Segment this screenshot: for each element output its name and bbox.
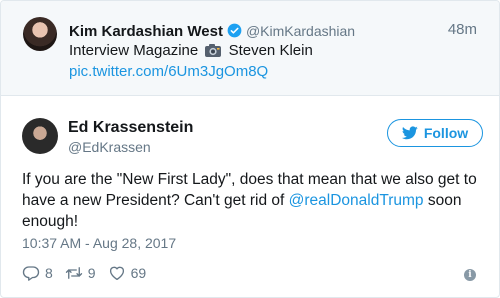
verified-badge-icon — [227, 23, 242, 38]
twitter-bird-icon — [401, 126, 418, 140]
author-name[interactable]: Ed Krassenstein — [68, 119, 193, 137]
retweet-button[interactable]: 9 — [65, 264, 96, 282]
mention-link[interactable]: @realDonaldTrump — [289, 192, 424, 209]
quoted-text-before: Interview Magazine — [69, 42, 199, 59]
quoted-author-line: Kim Kardashian West @KimKardashian — [69, 21, 355, 42]
reply-button[interactable]: 8 — [22, 264, 53, 282]
quoted-tweet-time[interactable]: 48m — [448, 21, 477, 38]
heart-icon — [109, 266, 124, 281]
camera-emoji-icon — [205, 44, 222, 57]
follow-label: Follow — [423, 125, 469, 141]
quoted-tweet-link[interactable]: pic.twitter.com/6Um3JgOm8Q — [69, 62, 268, 82]
quoted-tweet-text: Interview Magazine Steven Klein — [69, 41, 313, 61]
quoted-author-name[interactable]: Kim Kardashian West — [69, 23, 223, 40]
like-count: 69 — [130, 265, 147, 281]
info-icon[interactable]: i — [464, 269, 476, 281]
like-button[interactable]: 69 — [108, 264, 147, 282]
tweet-text: If you are the "New First Lady", does th… — [22, 169, 482, 232]
follow-button[interactable]: Follow — [387, 119, 483, 147]
quoted-tweet[interactable]: Kim Kardashian West @KimKardashian 48m In… — [1, 1, 499, 96]
retweet-count: 9 — [87, 265, 96, 281]
quoted-author-handle[interactable]: @KimKardashian — [246, 23, 355, 39]
quoted-text-after: Steven Klein — [228, 42, 313, 59]
author-handle[interactable]: @EdKrassen — [68, 139, 151, 155]
reply-icon — [22, 266, 40, 281]
tweet-embed: Kim Kardashian West @KimKardashian 48m In… — [0, 0, 500, 298]
tweet-timestamp[interactable]: 10:37 AM - Aug 28, 2017 — [22, 235, 176, 251]
avatar[interactable] — [22, 118, 58, 154]
avatar[interactable] — [23, 17, 57, 51]
action-bar: 8 9 69 — [22, 263, 158, 283]
retweet-icon — [65, 267, 82, 279]
reply-count: 8 — [45, 265, 53, 281]
